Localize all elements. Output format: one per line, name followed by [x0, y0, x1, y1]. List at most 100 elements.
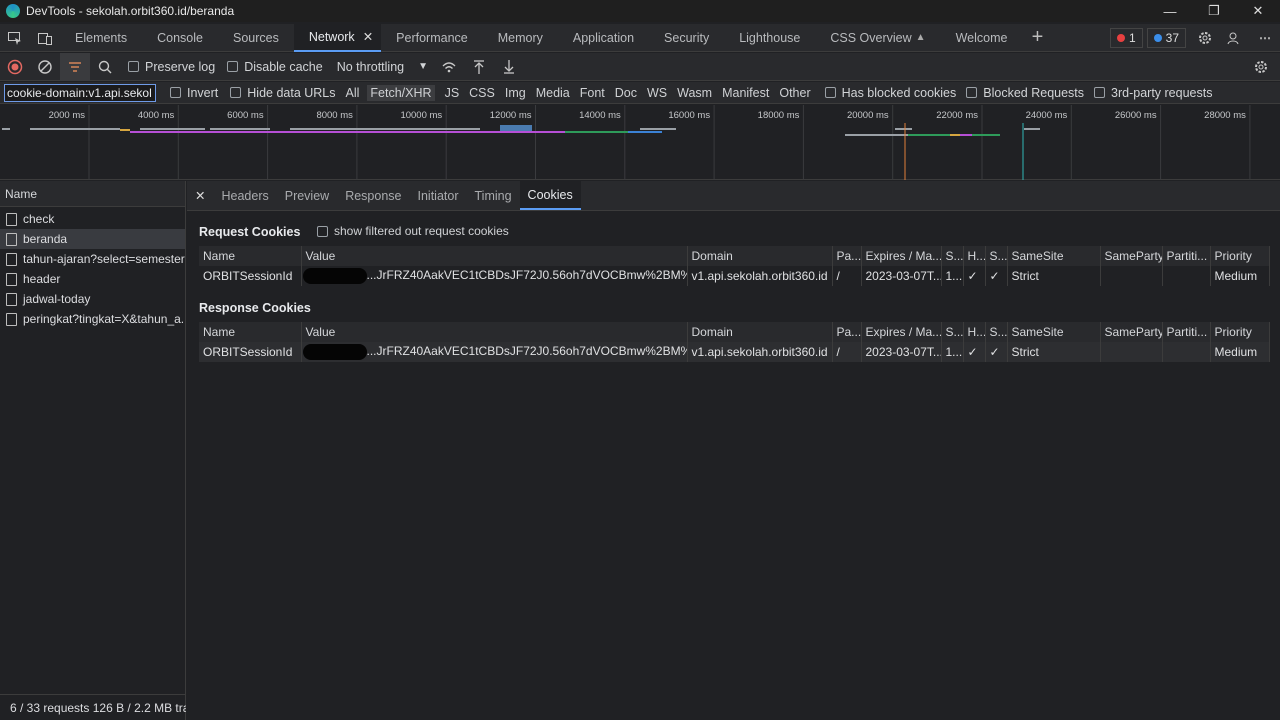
throttling-select[interactable]: No throttling ▼ [337, 60, 428, 74]
close-tab-icon[interactable]: ✕ [363, 29, 373, 44]
table-row[interactable]: ORBITSessionId ...JrFRZ40AakVEC1tCBDsJF7… [199, 342, 1270, 362]
type-filter-ws[interactable]: WS [647, 86, 667, 100]
tab-cookies[interactable]: Cookies [519, 181, 581, 210]
col-domain[interactable]: Domain [687, 246, 833, 266]
col-size[interactable]: S... [941, 246, 964, 266]
tab-initiator[interactable]: Initiator [410, 181, 467, 210]
search-icon[interactable] [90, 53, 120, 81]
message-count-badge[interactable]: 37 [1146, 28, 1186, 48]
col-samesite[interactable]: SameSite [1007, 246, 1101, 266]
preserve-log-checkbox[interactable]: Preserve log [128, 60, 215, 74]
show-filtered-cookies-checkbox[interactable]: show filtered out request cookies [317, 224, 509, 238]
tab-memory[interactable]: Memory [483, 24, 558, 52]
tab-response[interactable]: Response [337, 181, 409, 210]
device-toolbar-icon[interactable] [30, 24, 60, 52]
invert-checkbox[interactable]: Invert [170, 86, 218, 100]
third-party-requests-checkbox[interactable]: 3rd-party requests [1094, 86, 1212, 100]
request-item[interactable]: tahun-ajaran?select=semester... [0, 249, 185, 269]
filter-icon[interactable] [60, 52, 90, 81]
tab-performance[interactable]: Performance [381, 24, 483, 52]
request-item-selected[interactable]: beranda [0, 229, 185, 249]
col-name[interactable]: Name [199, 246, 302, 266]
col-expires[interactable]: Expires / Ma... [861, 246, 942, 266]
col-path[interactable]: Pa... [832, 322, 862, 342]
filter-input[interactable] [4, 83, 156, 102]
inspect-element-icon[interactable] [0, 24, 30, 52]
timeline-tick-label: 2000 ms [49, 110, 86, 121]
hide-data-urls-checkbox[interactable]: Hide data URLs [230, 86, 336, 100]
more-options-icon[interactable]: ⋯ [1250, 24, 1280, 52]
error-count-badge[interactable]: 1 [1109, 28, 1143, 48]
col-path[interactable]: Pa... [832, 246, 862, 266]
disable-cache-checkbox[interactable]: Disable cache [227, 60, 323, 74]
tab-console[interactable]: Console [142, 24, 218, 52]
clear-icon[interactable] [30, 53, 60, 81]
maximize-button[interactable]: ❐ [1192, 0, 1236, 22]
export-har-download-icon[interactable] [494, 53, 524, 81]
table-row[interactable]: ORBITSessionId ...JrFRZ40AakVEC1tCBDsJF7… [199, 266, 1270, 286]
tab-headers[interactable]: Headers [213, 181, 276, 210]
close-details-icon[interactable]: ✕ [187, 181, 213, 210]
tab-preview[interactable]: Preview [277, 181, 337, 210]
col-httponly[interactable]: H... [963, 322, 986, 342]
request-list-header[interactable]: Name [0, 181, 185, 207]
type-filter-manifest[interactable]: Manifest [722, 86, 769, 100]
minimize-button[interactable]: — [1148, 0, 1192, 22]
tab-security[interactable]: Security [649, 24, 724, 52]
record-stop-icon[interactable] [0, 53, 30, 81]
type-filter-img[interactable]: Img [505, 86, 526, 100]
settings-gear-icon[interactable] [1190, 24, 1220, 52]
col-value[interactable]: Value [301, 322, 688, 342]
type-filter-fetch-xhr[interactable]: Fetch/XHR [367, 84, 435, 101]
request-item[interactable]: jadwal-today [0, 289, 185, 309]
network-conditions-wifi-icon[interactable] [434, 53, 464, 81]
col-samesite[interactable]: SameSite [1007, 322, 1101, 342]
type-filter-other[interactable]: Other [779, 86, 810, 100]
col-size[interactable]: S... [941, 322, 964, 342]
message-count: 37 [1165, 31, 1179, 45]
tab-lighthouse[interactable]: Lighthouse [724, 24, 815, 52]
tab-sources[interactable]: Sources [218, 24, 294, 52]
col-priority[interactable]: Priority [1210, 246, 1270, 266]
tab-welcome[interactable]: Welcome [941, 24, 1023, 52]
type-filter-js[interactable]: JS [445, 86, 460, 100]
close-window-button[interactable]: ✕ [1236, 0, 1280, 22]
type-filter-css[interactable]: CSS [469, 86, 495, 100]
tab-timing[interactable]: Timing [467, 181, 520, 210]
col-httponly[interactable]: H... [963, 246, 986, 266]
col-secure[interactable]: S... [985, 246, 1008, 266]
add-tab-icon[interactable]: + [1022, 24, 1052, 52]
tab-application[interactable]: Application [558, 24, 649, 52]
col-partition[interactable]: Partiti... [1162, 246, 1211, 266]
tab-css-overview[interactable]: CSS Overview ▲ [815, 24, 940, 52]
type-filter-font[interactable]: Font [580, 86, 605, 100]
request-item[interactable]: peringkat?tingkat=X&tahun_a... [0, 309, 185, 329]
col-value[interactable]: Value [301, 246, 688, 266]
col-secure[interactable]: S... [985, 322, 1008, 342]
type-filter-wasm[interactable]: Wasm [677, 86, 712, 100]
col-partition[interactable]: Partiti... [1162, 322, 1211, 342]
tab-elements[interactable]: Elements [60, 24, 142, 52]
col-expires[interactable]: Expires / Ma... [861, 322, 942, 342]
file-icon [6, 272, 17, 286]
col-priority[interactable]: Priority [1210, 322, 1270, 342]
type-filter-doc[interactable]: Doc [615, 86, 637, 100]
type-filter-all[interactable]: All [346, 86, 360, 100]
request-item[interactable]: header [0, 269, 185, 289]
experiment-flask-icon: ▲ [915, 32, 926, 43]
col-sameparty[interactable]: SameParty [1100, 322, 1163, 342]
col-sameparty[interactable]: SameParty [1100, 246, 1163, 266]
has-blocked-cookies-checkbox[interactable]: Has blocked cookies [824, 86, 956, 100]
col-domain[interactable]: Domain [687, 322, 833, 342]
type-filter-media[interactable]: Media [536, 86, 570, 100]
feedback-icon[interactable] [1220, 24, 1250, 52]
timeline-tick-label: 20000 ms [847, 110, 889, 121]
tab-network[interactable]: Network ✕ [293, 23, 382, 52]
request-cookies-table: Name Value Domain Pa... Expires / Ma... … [199, 246, 1270, 286]
request-item[interactable]: check [0, 209, 185, 229]
import-har-upload-icon[interactable] [464, 53, 494, 81]
timeline-overview[interactable]: 2000 ms 4000 ms 6000 ms 8000 ms 10000 ms 1200… [0, 105, 1280, 180]
network-settings-gear-icon[interactable] [1246, 53, 1276, 81]
col-name[interactable]: Name [199, 322, 302, 342]
blocked-requests-checkbox[interactable]: Blocked Requests [966, 86, 1084, 100]
